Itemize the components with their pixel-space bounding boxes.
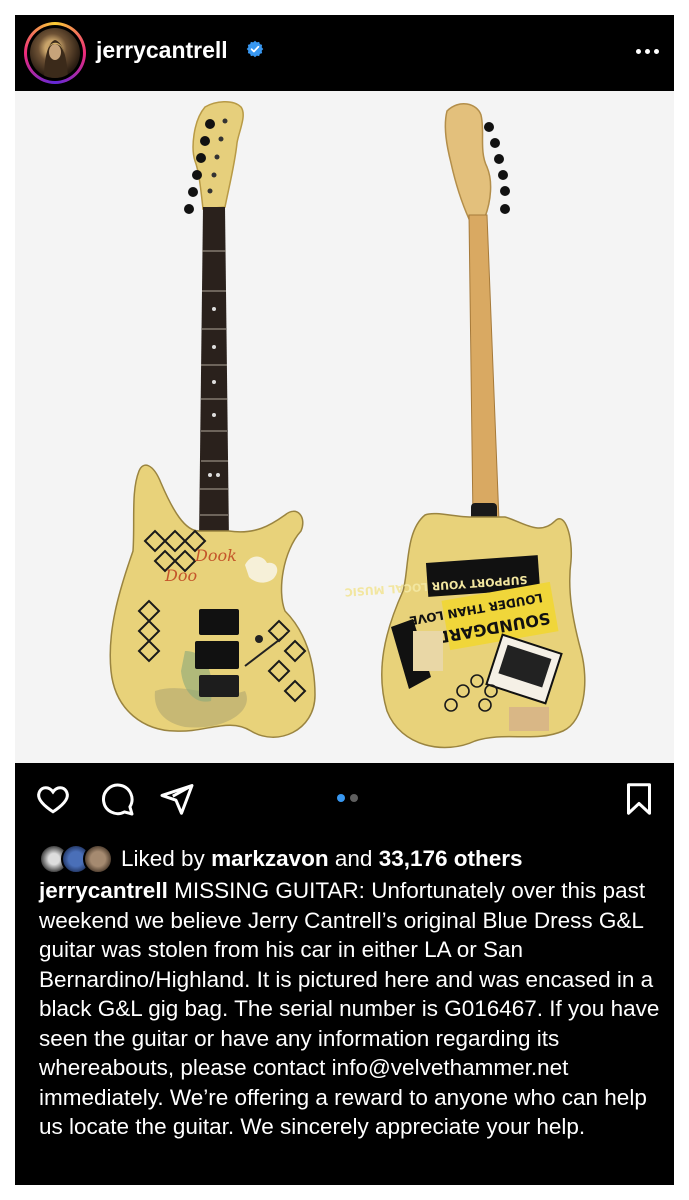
story-ring[interactable] bbox=[24, 22, 86, 84]
heart-icon[interactable] bbox=[35, 781, 71, 817]
likes-row: Liked by markzavon and 33,176 others bbox=[39, 843, 669, 875]
header-username[interactable]: jerrycantrell bbox=[96, 37, 228, 64]
liker-username[interactable]: markzavon bbox=[211, 846, 329, 871]
caption: jerrycantrell MISSING GUITAR: Unfortunat… bbox=[39, 876, 667, 1142]
share-icon[interactable] bbox=[159, 781, 195, 817]
comment-icon[interactable] bbox=[99, 781, 135, 817]
post-header: jerrycantrell bbox=[15, 15, 674, 91]
likes-count[interactable]: 33,176 others bbox=[379, 846, 523, 871]
post-image[interactable]: Doo Dook SUPPORT YOUR LOCAL MUSIC SOUNDG… bbox=[15, 91, 674, 763]
guitar-front: Doo Dook bbox=[109, 101, 316, 738]
bookmark-icon[interactable] bbox=[621, 781, 657, 817]
caption-text: MISSING GUITAR: Unfortunately over this … bbox=[39, 878, 660, 1139]
more-options-icon[interactable] bbox=[636, 40, 664, 62]
likes-text: Liked by markzavon and 33,176 others bbox=[121, 846, 523, 871]
avatar[interactable] bbox=[30, 28, 80, 78]
guitar-back: SUPPORT YOUR LOCAL MUSIC SOUNDGARDEN LOU… bbox=[344, 103, 586, 749]
svg-text:Dook: Dook bbox=[194, 546, 237, 565]
verified-badge-icon bbox=[246, 40, 264, 58]
guitar-photo: Doo Dook SUPPORT YOUR LOCAL MUSIC SOUNDG… bbox=[109, 101, 586, 749]
carousel-dot-active bbox=[337, 794, 345, 802]
action-bar bbox=[15, 763, 674, 835]
liker-avatar[interactable] bbox=[83, 844, 113, 874]
caption-username[interactable]: jerrycantrell bbox=[39, 878, 168, 903]
carousel-indicator bbox=[337, 794, 358, 802]
instagram-post: jerrycantrell Doo Dook SUPPORT YOUR LOCA… bbox=[15, 15, 674, 1185]
carousel-dot bbox=[350, 794, 358, 802]
svg-text:Doo: Doo bbox=[164, 566, 197, 585]
